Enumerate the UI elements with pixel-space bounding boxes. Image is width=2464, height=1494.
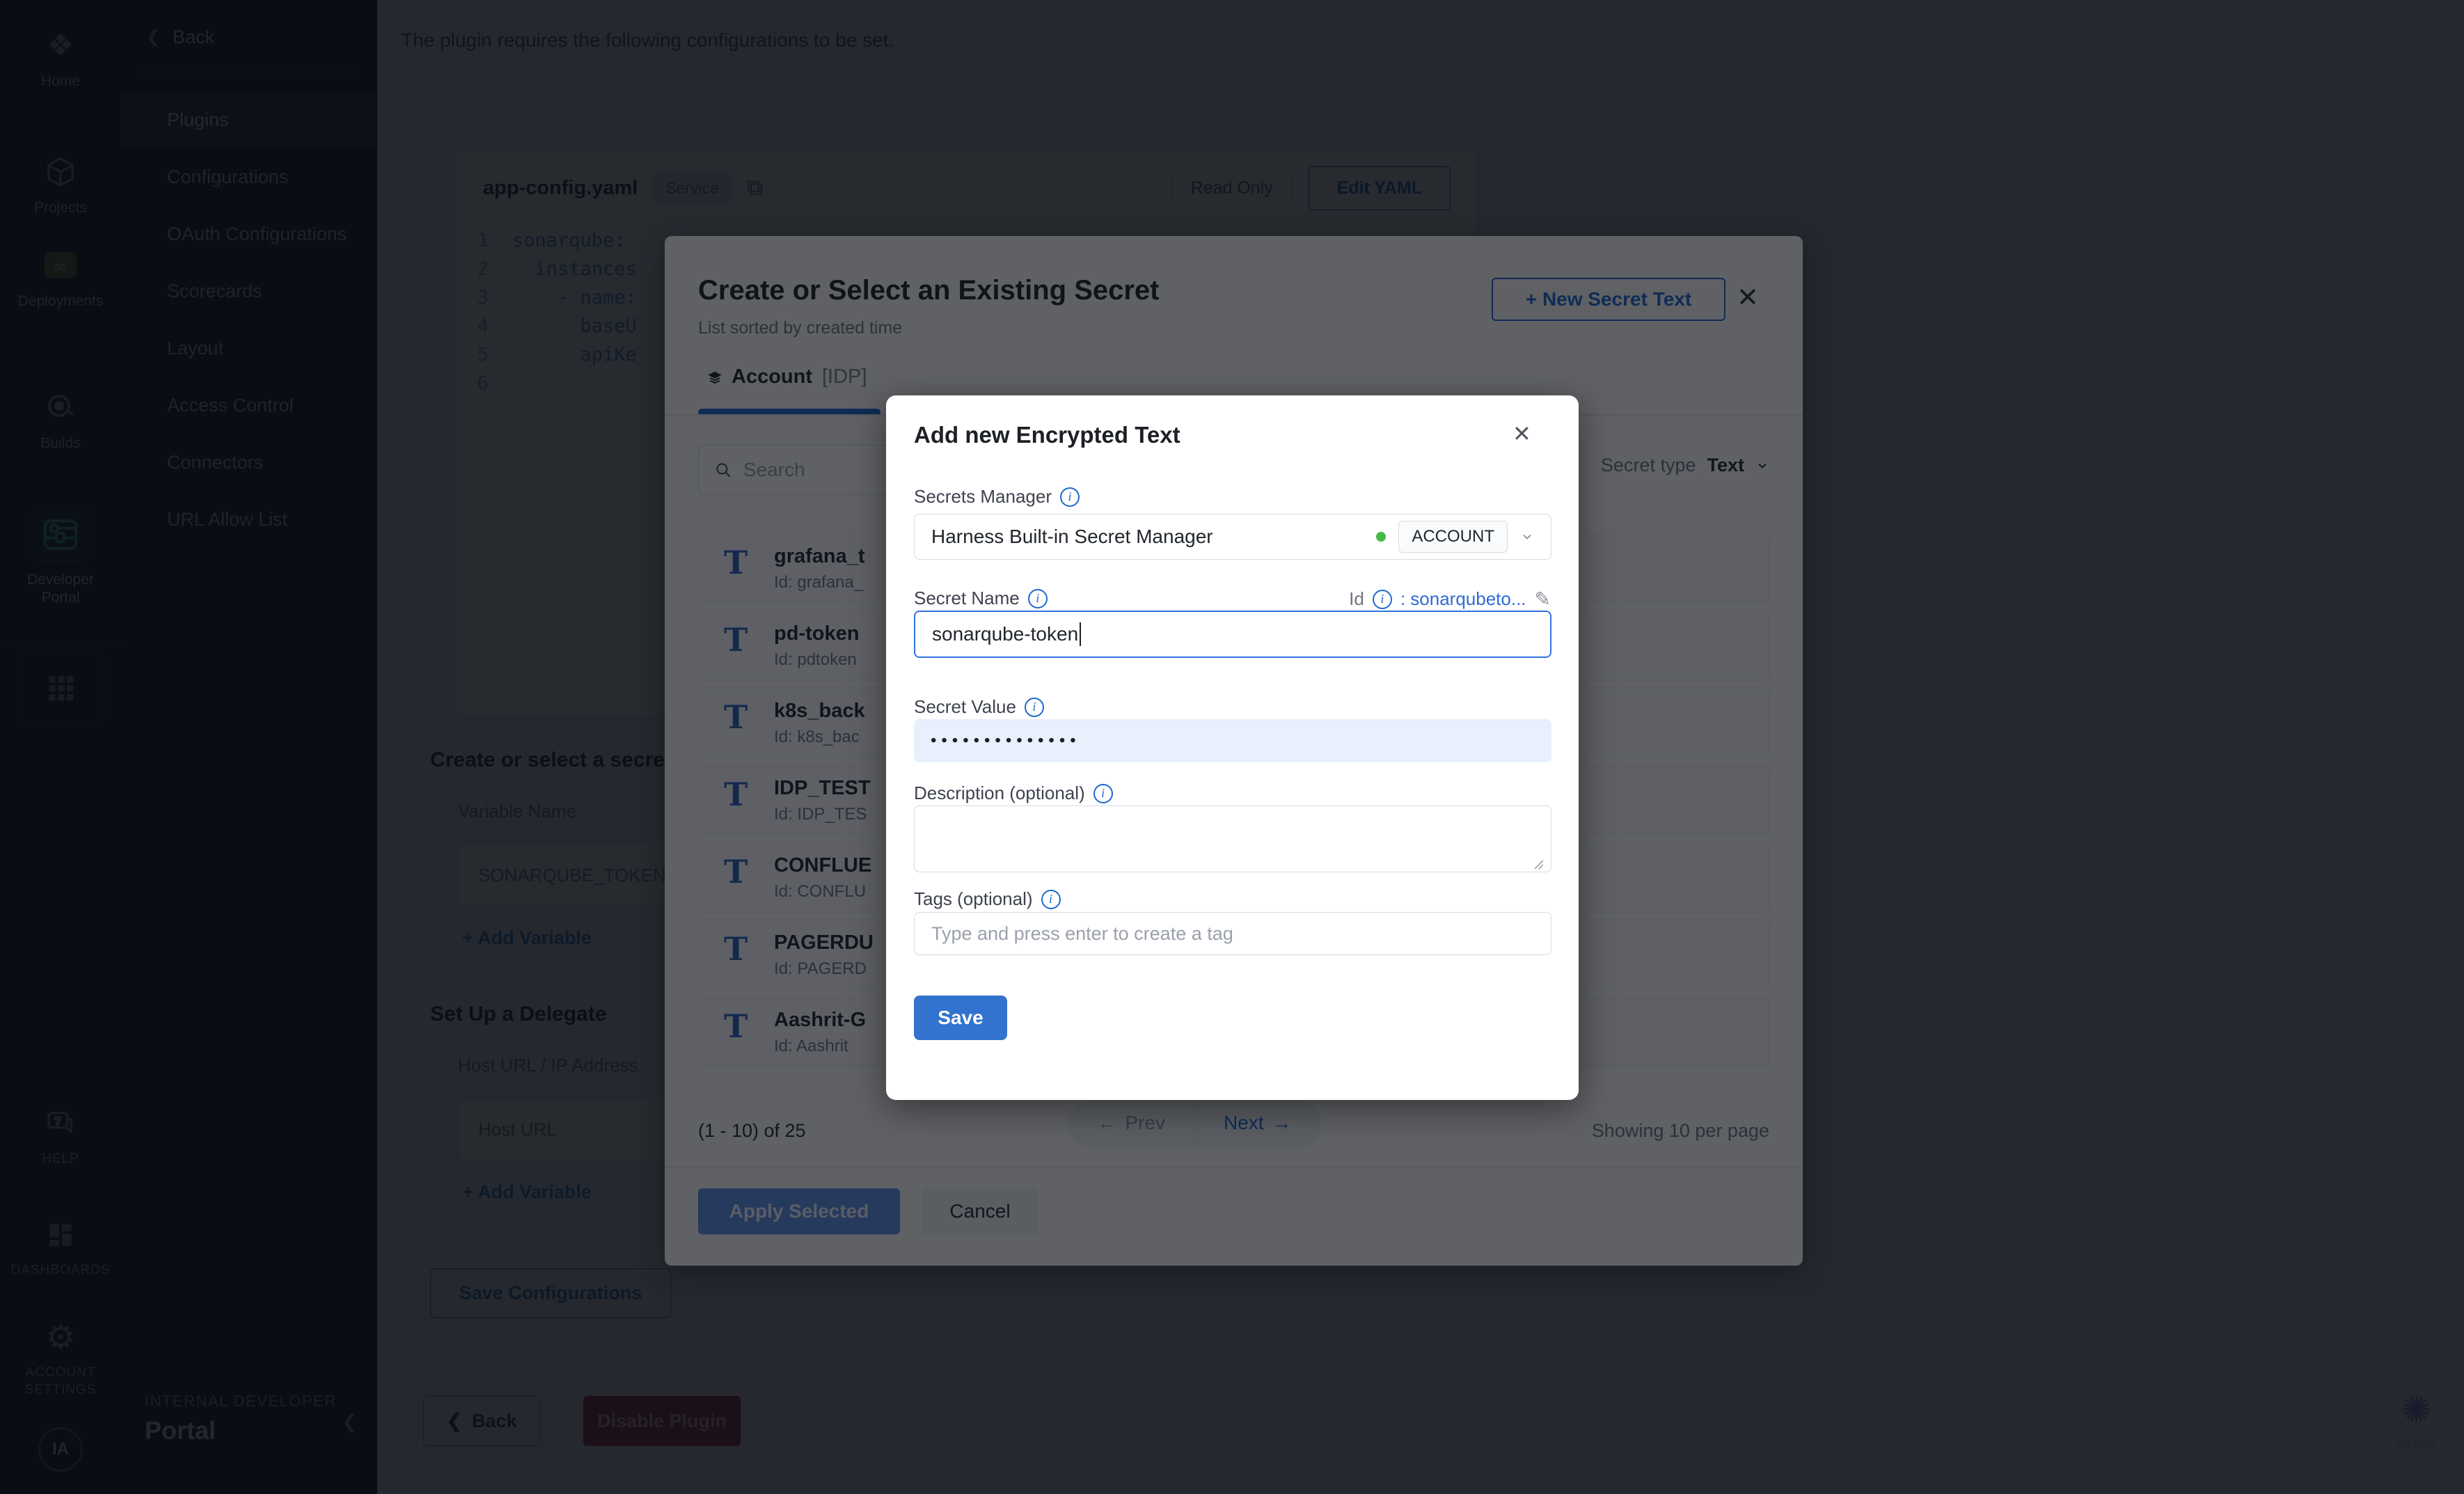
info-icon[interactable]: i <box>1093 784 1113 803</box>
status-dot <box>1376 532 1386 542</box>
add-encrypted-text-dialog: Add new Encrypted Text ✕ Secrets Manager… <box>886 395 1579 1100</box>
secrets-manager-select[interactable]: Harness Built-in Secret Manager ACCOUNT <box>914 514 1551 560</box>
tags-input[interactable] <box>914 912 1551 955</box>
secret-value-input[interactable]: •••••••••••••• <box>914 719 1551 762</box>
secret-id-row: Id i : sonarqubeto... ✎ <box>1349 588 1551 611</box>
info-icon[interactable]: i <box>1060 487 1080 507</box>
description-label: Description (optional) i <box>914 783 1113 804</box>
chevron-down-icon <box>1520 530 1534 544</box>
resize-handle-icon[interactable] <box>1532 858 1545 870</box>
edit-id-icon[interactable]: ✎ <box>1535 588 1551 611</box>
scope-chip: ACCOUNT <box>1398 521 1508 553</box>
secret-name-input[interactable]: sonarqube-token <box>914 611 1551 658</box>
secret-value-label: Secret Value i <box>914 696 1044 718</box>
secret-id-value[interactable]: : sonarqubeto... <box>1400 588 1526 610</box>
secret-name-label: Secret Name i <box>914 588 1048 609</box>
tags-label: Tags (optional) i <box>914 888 1061 910</box>
secrets-manager-label: Secrets Manager i <box>914 486 1080 508</box>
close-icon[interactable]: ✕ <box>1513 420 1531 447</box>
info-icon[interactable]: i <box>1025 698 1044 717</box>
dialog-title: Add new Encrypted Text <box>914 422 1180 448</box>
description-textarea[interactable] <box>914 805 1551 872</box>
info-icon[interactable]: i <box>1028 589 1048 608</box>
save-button[interactable]: Save <box>914 996 1007 1040</box>
info-icon[interactable]: i <box>1041 890 1061 909</box>
text-caret <box>1080 622 1081 646</box>
info-icon[interactable]: i <box>1373 590 1392 609</box>
